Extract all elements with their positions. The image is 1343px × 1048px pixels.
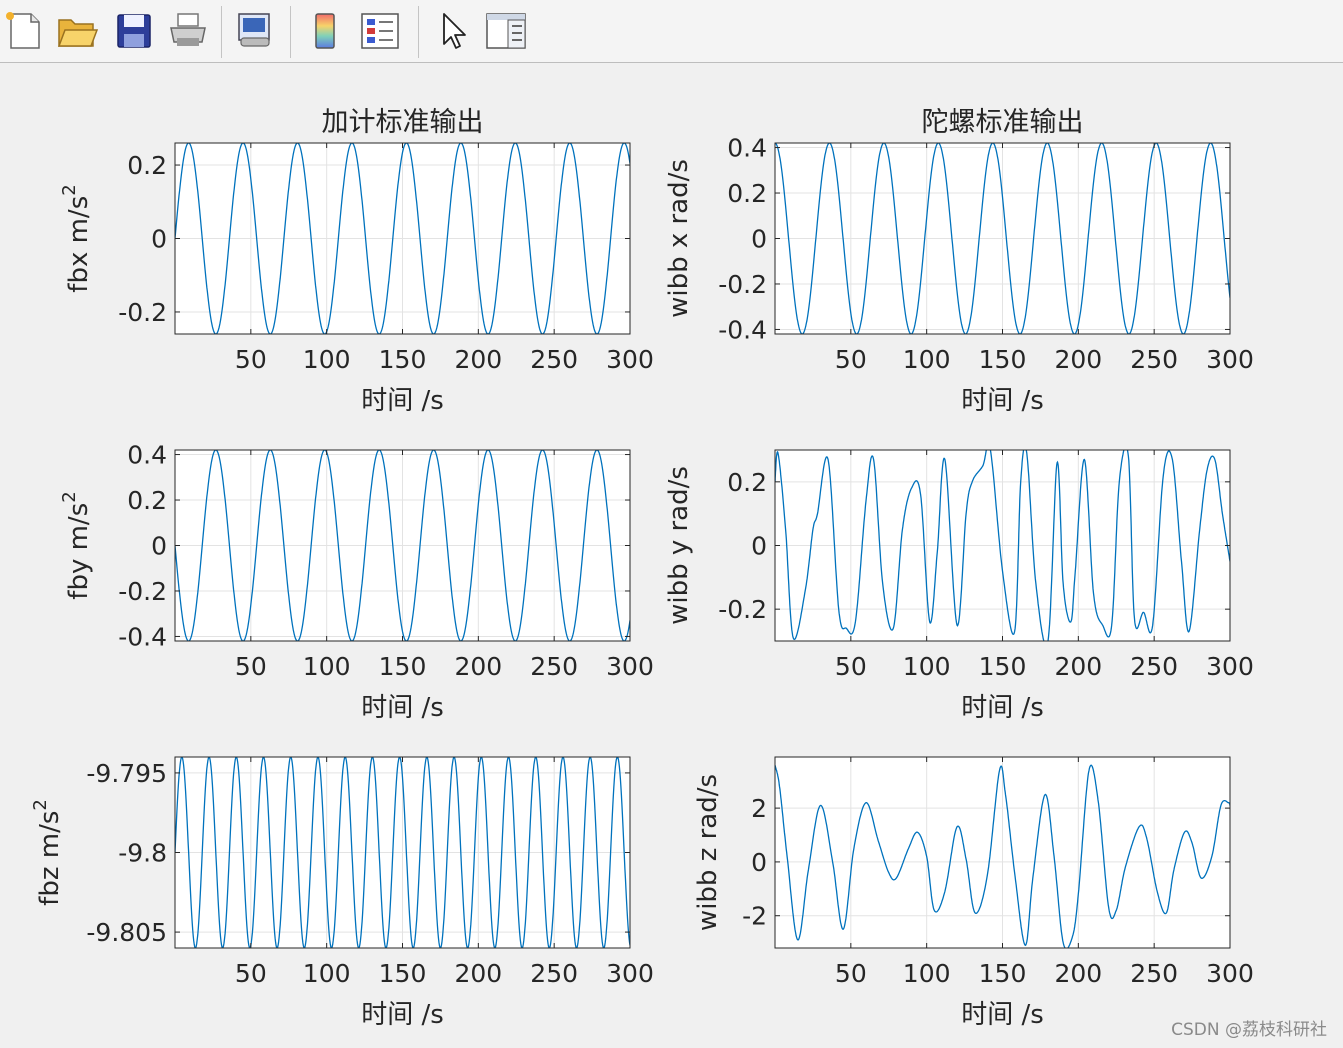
pointer-icon[interactable] — [432, 8, 476, 54]
x-axis-label: 时间 /s — [361, 386, 444, 416]
x-tick-label: 250 — [530, 652, 578, 681]
x-tick-label: 50 — [235, 345, 267, 374]
y-tick-label: 0.4 — [727, 134, 767, 163]
x-tick-label: 300 — [1206, 652, 1254, 681]
x-tick-label: 150 — [379, 345, 427, 374]
x-tick-label: 150 — [979, 652, 1027, 681]
x-tick-label: 100 — [903, 959, 951, 988]
x-tick-label: 300 — [606, 959, 654, 988]
property-editor-icon[interactable] — [484, 8, 528, 54]
open-file-icon[interactable] — [55, 8, 99, 54]
print-icon[interactable] — [166, 8, 210, 54]
watermark: CSDN @荔枝科研社 — [1171, 1020, 1327, 1040]
y-tick-label: -0.2 — [718, 595, 767, 624]
y-tick-label: 0.2 — [127, 151, 167, 180]
y-tick-label: -9.805 — [86, 918, 167, 947]
x-tick-label: 200 — [1054, 959, 1102, 988]
x-tick-label: 200 — [1054, 652, 1102, 681]
x-tick-label: 150 — [379, 959, 427, 988]
x-tick-label: 300 — [606, 345, 654, 374]
y-axis-label: wibb y rad/s — [664, 466, 694, 625]
y-tick-label: 0.2 — [727, 468, 767, 497]
x-tick-label: 150 — [379, 652, 427, 681]
x-axis-label: 时间 /s — [961, 693, 1044, 723]
x-tick-label: 300 — [1206, 345, 1254, 374]
y-tick-label: 0 — [751, 848, 767, 877]
subplot-4: 50 100 150 200 250 300 -0.2 0 0.2 时间 /s wibb y rad… — [664, 449, 1254, 723]
y-tick-label: 0 — [751, 532, 767, 561]
y-tick-label: -0.2 — [118, 577, 167, 606]
chart-title: 加计标准输出 — [322, 107, 484, 138]
x-tick-label: 150 — [979, 345, 1027, 374]
subplot-3: 50 100 150 200 250 300 -0.4 -0.2 0 0.2 0.4 时间 /s fby… — [59, 441, 654, 723]
x-tick-label: 100 — [903, 652, 951, 681]
x-tick-label: 100 — [303, 959, 351, 988]
x-tick-label: 250 — [1130, 345, 1178, 374]
x-tick-label: 100 — [903, 345, 951, 374]
save-icon[interactable] — [112, 8, 156, 54]
x-tick-label: 50 — [235, 652, 267, 681]
x-tick-label: 50 — [835, 959, 867, 988]
y-tick-label: 0 — [151, 225, 167, 254]
y-axis-label: wibb z rad/s — [693, 774, 723, 931]
y-tick-label: -2 — [742, 902, 767, 931]
y-axis-label: fby m/s2 — [59, 491, 94, 599]
x-tick-label: 100 — [303, 652, 351, 681]
subplot-5: 50 100 150 200 250 300 -9.805 -9.8 -9.795 时间 /s fb… — [30, 756, 654, 1030]
subplot-1: 50 100 150 200 250 300 -0.2 0 0.2 时间 /s fbx m/s2 加计… — [59, 107, 654, 416]
x-tick-label: 250 — [1130, 959, 1178, 988]
x-tick-label: 50 — [235, 959, 267, 988]
x-tick-label: 300 — [606, 652, 654, 681]
y-tick-label: 0.2 — [727, 179, 767, 208]
y-tick-label: -9.8 — [118, 839, 167, 868]
legend-icon[interactable] — [358, 8, 402, 54]
x-axis-label: 时间 /s — [361, 1000, 444, 1030]
figure-canvas: 50 100 150 200 250 300-0.200.2时间 /sfbx m/s2加计… — [30, 107, 1254, 1030]
subplot-6: 50 100 150 200 250 300 -2 0 2 时间 /s wibb z rad/s — [693, 756, 1254, 1030]
print-preview-icon[interactable] — [233, 8, 277, 54]
x-axis-label: 时间 /s — [961, 1000, 1044, 1030]
y-tick-label: -0.4 — [718, 315, 767, 344]
y-tick-label: -9.795 — [86, 759, 167, 788]
x-tick-label: 200 — [454, 959, 502, 988]
y-tick-label: -0.2 — [718, 270, 767, 299]
y-tick-label: 0 — [151, 532, 167, 561]
new-figure-icon[interactable] — [2, 8, 46, 54]
y-tick-label: 0.2 — [127, 486, 167, 515]
y-tick-label: 2 — [751, 794, 767, 823]
chart-title: 陀螺标准输出 — [922, 107, 1084, 138]
y-tick-label: -0.4 — [118, 622, 167, 651]
y-tick-label: 0.4 — [127, 441, 167, 470]
y-axis-label: fbx m/s2 — [59, 184, 94, 292]
x-axis-label: 时间 /s — [361, 693, 444, 723]
subplot-2: 50 100 150 200 250 300 -0.4 -0.2 0 0.2 0.4 时间 /s wib… — [664, 107, 1254, 416]
y-axis-label: fbz m/s2 — [30, 799, 65, 906]
x-tick-label: 300 — [1206, 959, 1254, 988]
x-tick-label: 150 — [979, 959, 1027, 988]
x-tick-label: 200 — [1054, 345, 1102, 374]
figure-toolbar — [0, 0, 1343, 63]
x-tick-label: 50 — [835, 652, 867, 681]
x-tick-label: 200 — [454, 345, 502, 374]
x-tick-label: 100 — [303, 345, 351, 374]
colorbar-icon[interactable] — [304, 8, 348, 54]
x-tick-label: 50 — [835, 345, 867, 374]
x-tick-label: 250 — [530, 959, 578, 988]
x-tick-label: 250 — [1130, 652, 1178, 681]
y-tick-label: 0 — [751, 225, 767, 254]
x-tick-label: 250 — [530, 345, 578, 374]
x-axis-label: 时间 /s — [961, 386, 1044, 416]
x-tick-label: 200 — [454, 652, 502, 681]
y-tick-label: -0.2 — [118, 298, 167, 327]
y-axis-label: wibb x rad/s — [664, 159, 694, 318]
